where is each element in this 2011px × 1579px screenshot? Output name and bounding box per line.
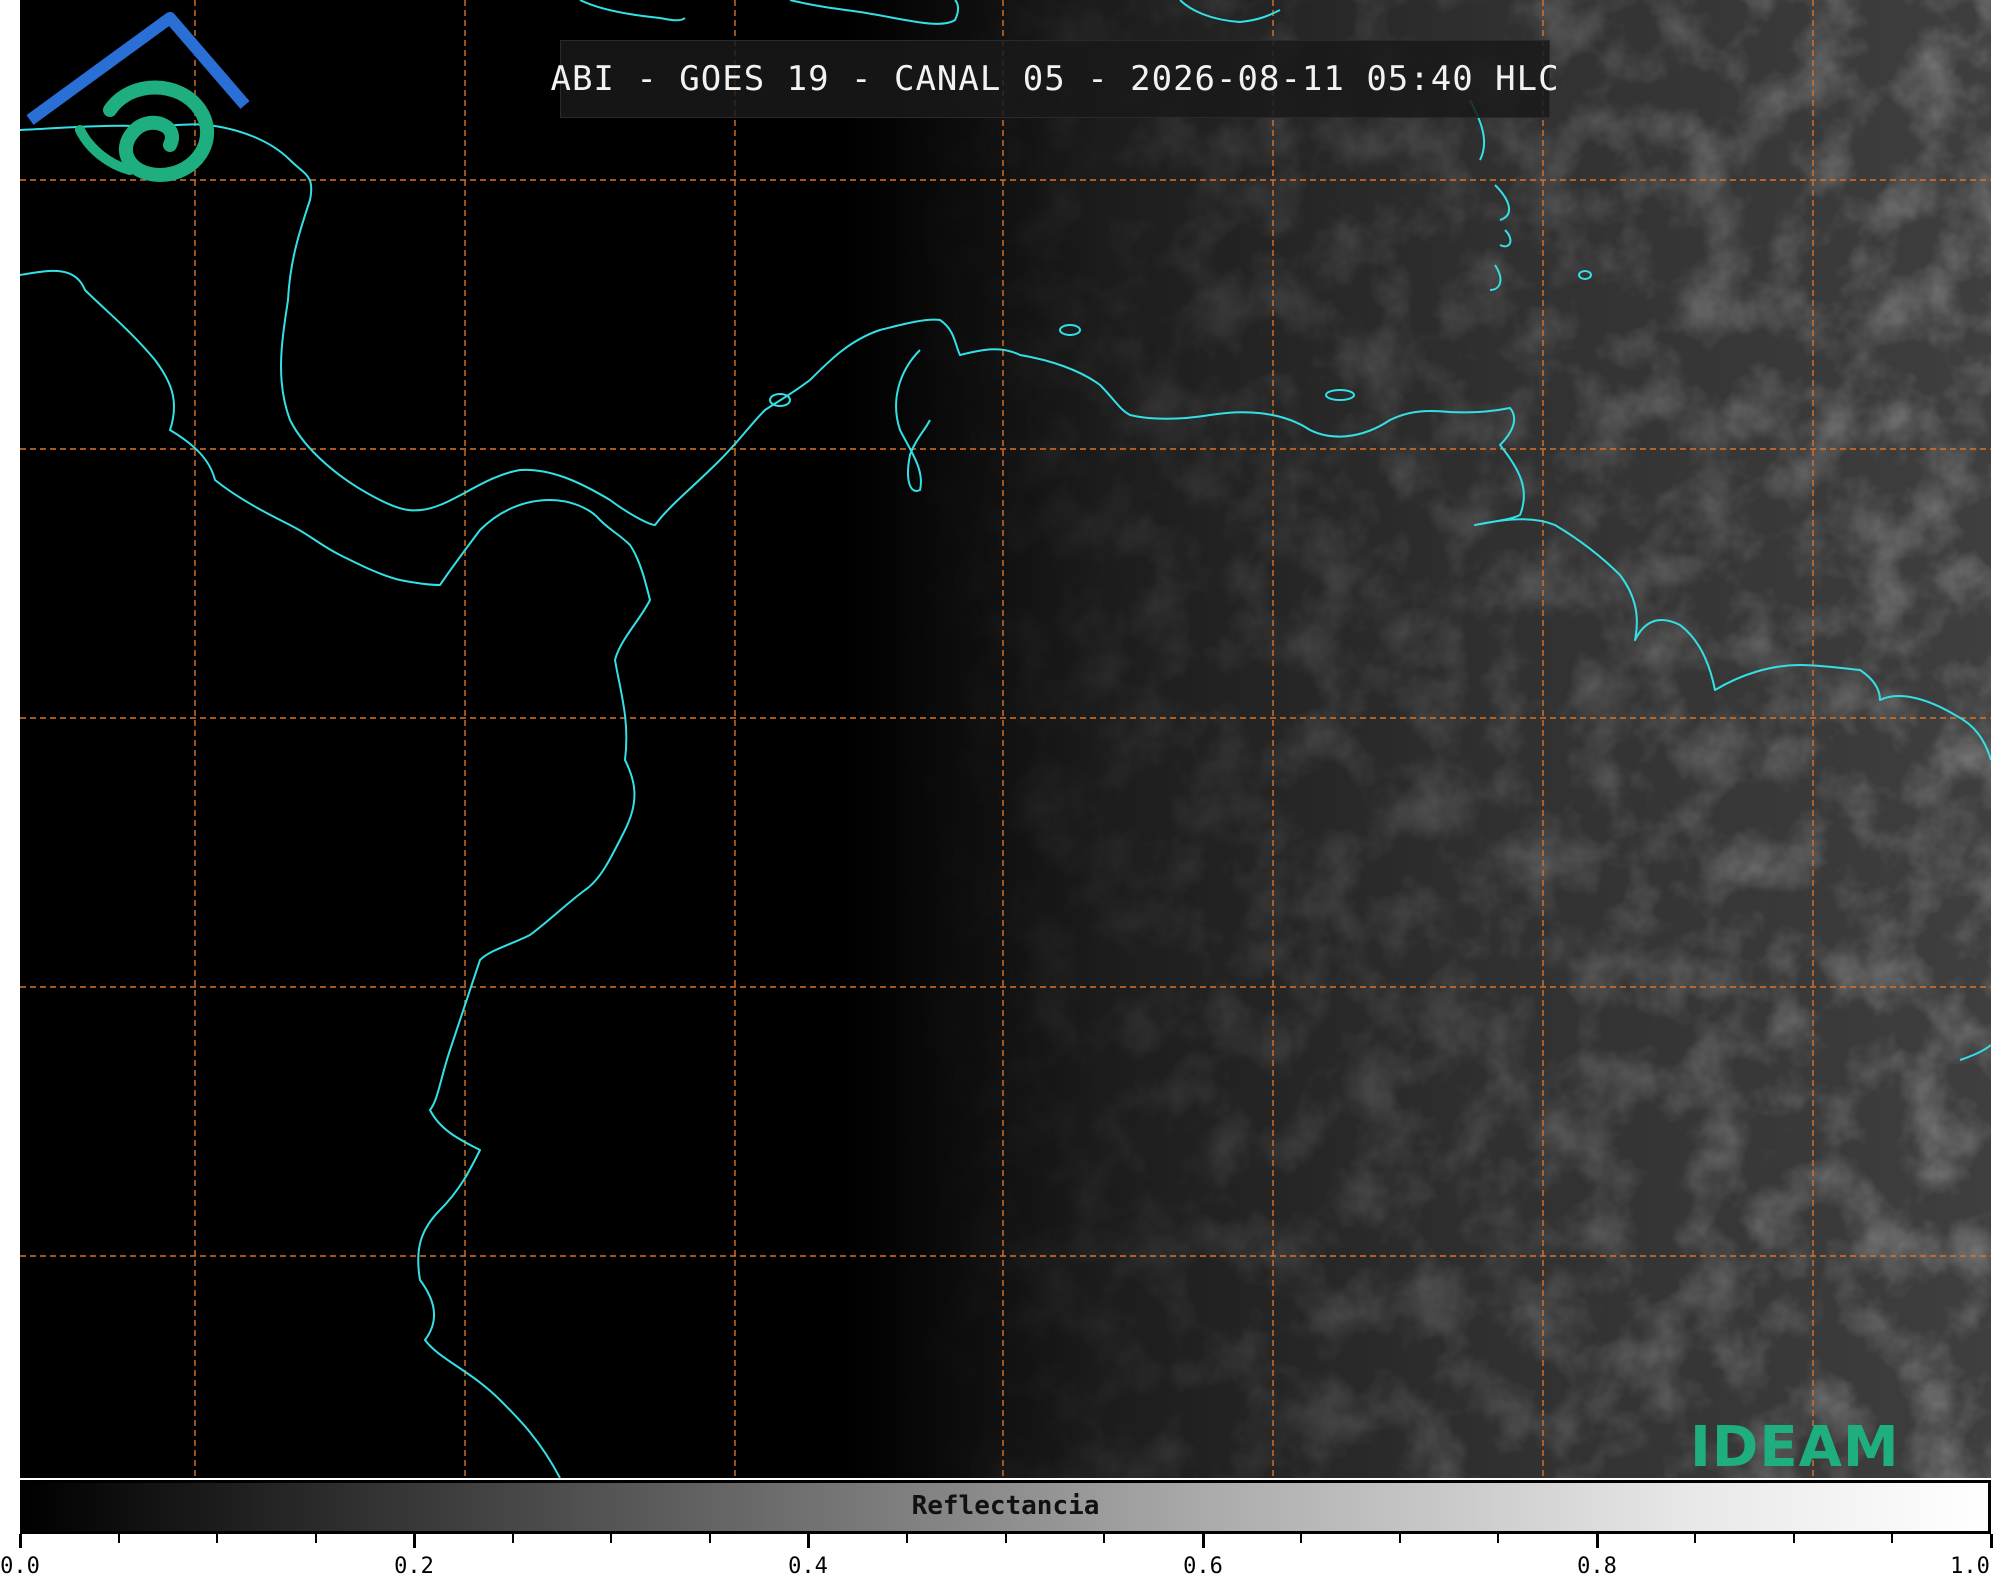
- image-title: ABI - GOES 19 - CANAL 05 - 2026-08-11 05…: [550, 59, 1560, 99]
- colorbar-tick-mark: [807, 1534, 810, 1548]
- reflectance-colorbar: Reflectancia: [20, 1480, 1991, 1534]
- colorbar-tick-mark: [1202, 1534, 1205, 1548]
- colorbar-tick-mark: [1005, 1534, 1007, 1543]
- colorbar-tick-mark: [1300, 1534, 1302, 1543]
- colorbar-tick-mark: [1891, 1534, 1893, 1543]
- colorbar-tick-mark: [1103, 1534, 1105, 1543]
- colorbar-tick-label: 0.6: [1183, 1554, 1223, 1579]
- colorbar-tick-label: 0.2: [394, 1554, 434, 1579]
- colorbar-tick-mark: [1399, 1534, 1401, 1543]
- colorbar-tick-label: 1.0: [1950, 1554, 1990, 1579]
- colorbar-tick-mark: [1694, 1534, 1696, 1543]
- ideam-logo-text: IDEAM: [1690, 1415, 1900, 1480]
- map-canvas: [20, 0, 1991, 1478]
- colorbar-tick-mark: [1497, 1534, 1499, 1543]
- colorbar-tick-mark: [709, 1534, 711, 1543]
- colorbar-tick-label: 0.4: [788, 1554, 828, 1579]
- colorbar-tick-mark: [1596, 1534, 1599, 1548]
- ideam-logo-icon: [26, 12, 250, 183]
- colorbar-tick-mark: [1990, 1534, 1993, 1548]
- colorbar-tick-mark: [118, 1534, 120, 1543]
- colorbar-tick-mark: [413, 1534, 416, 1548]
- colorbar-tick-mark: [1793, 1534, 1795, 1543]
- title-banner: ABI - GOES 19 - CANAL 05 - 2026-08-11 05…: [550, 40, 1559, 118]
- colorbar-tick-label: 0.8: [1577, 1554, 1617, 1579]
- colorbar-tick-mark: [610, 1534, 612, 1543]
- colorbar-tick-label: 0.0: [0, 1554, 40, 1579]
- colorbar-tick-mark: [216, 1534, 218, 1543]
- colorbar-ticks: 0.0 0.2 0.4 0.6 0.8 1.0: [0, 1534, 1993, 1579]
- colorbar-tick-mark: [19, 1534, 22, 1548]
- satellite-map[interactable]: ABI - GOES 19 - CANAL 05 - 2026-08-11 05…: [20, 0, 1991, 1478]
- colorbar-tick-mark: [512, 1534, 514, 1543]
- colorbar-tick-mark: [906, 1534, 908, 1543]
- colorbar-tick-mark: [315, 1534, 317, 1543]
- colorbar-label: Reflectancia: [911, 1491, 1100, 1521]
